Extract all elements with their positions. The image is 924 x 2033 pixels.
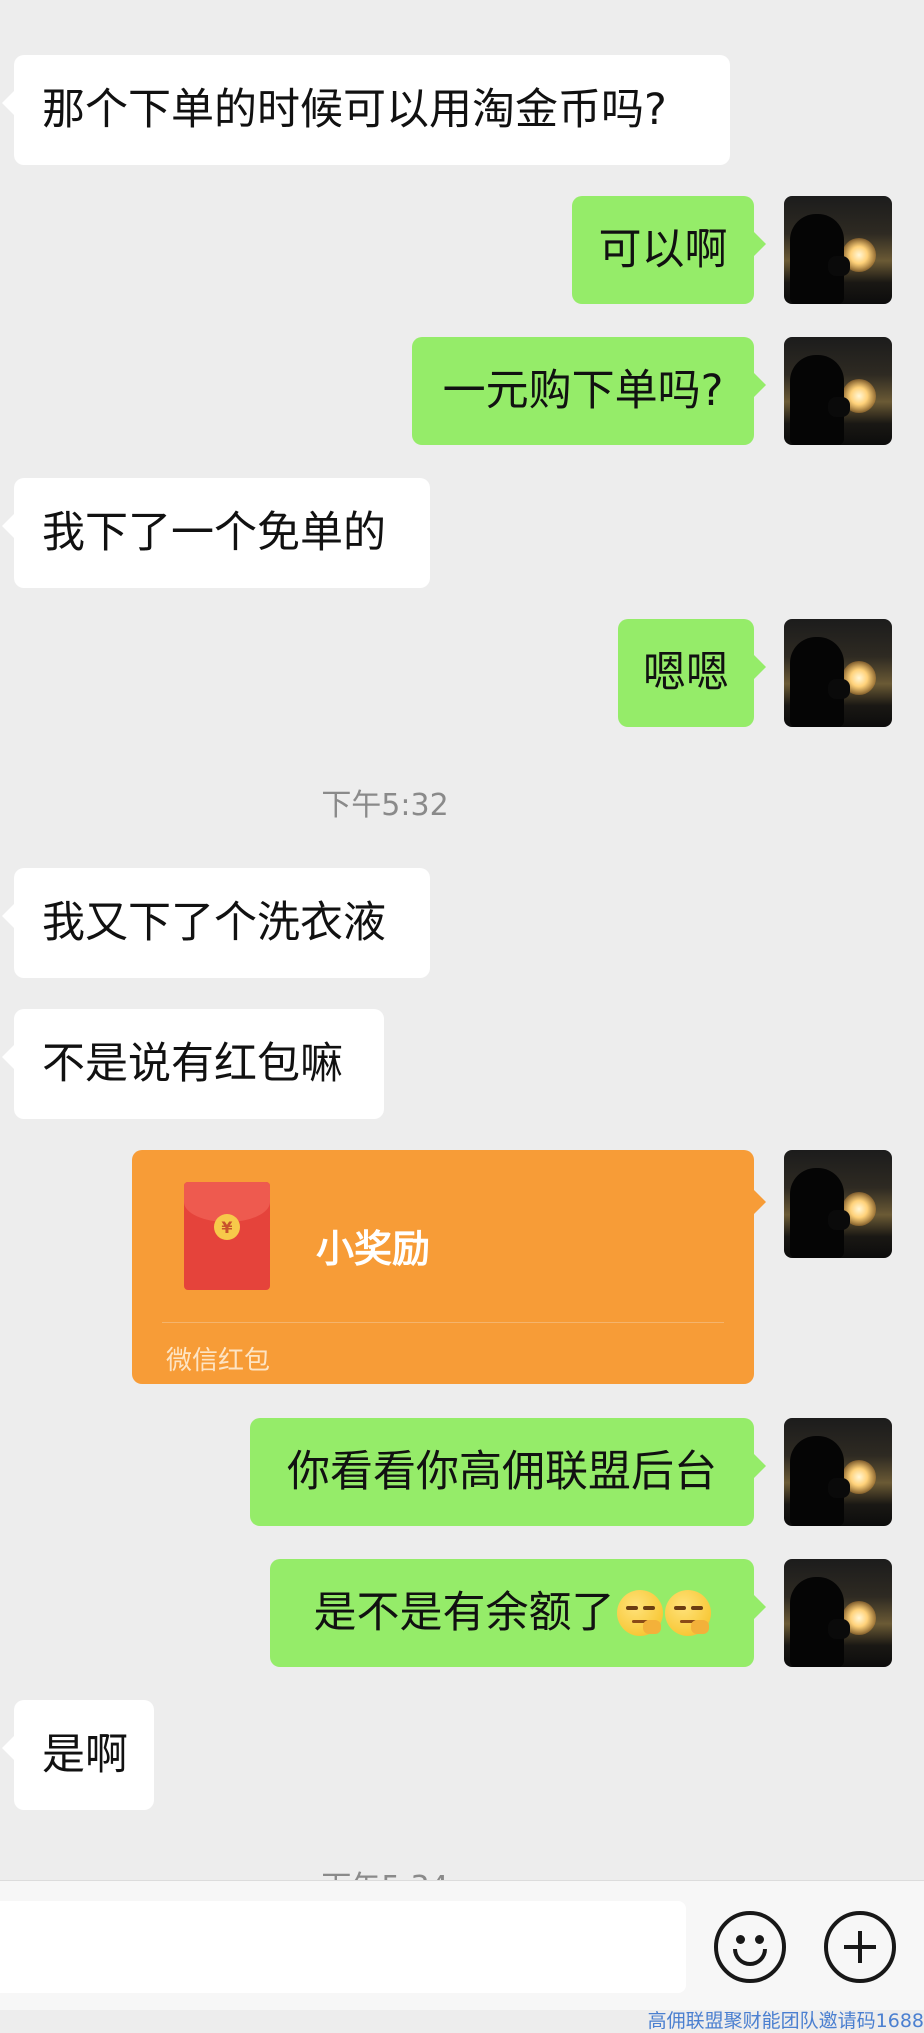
chat-input-bar [0,1880,924,2011]
incoming-message-bubble[interactable]: 我又下了个洗衣液 [2,868,430,978]
user-avatar[interactable] [784,337,892,445]
message-timestamp: 下午5:34 [0,1862,770,1880]
message-text: 可以啊 [598,224,728,275]
message-text: 一元购下单吗? [442,365,724,416]
incoming-message-bubble[interactable]: 是啊 [2,1700,154,1810]
message-text: 嗯嗯 [643,647,729,698]
smiley-face-icon[interactable] [714,1911,786,1983]
red-packet-source-label: 微信红包 [166,1346,271,1376]
red-packet-card[interactable]: ¥ 小奖励 微信红包 [132,1150,766,1384]
user-avatar[interactable] [784,196,892,304]
message-text: 我下了一个免单的 [42,507,386,558]
outgoing-message-bubble[interactable]: 你看看你高佣联盟后台 [250,1418,766,1526]
user-avatar[interactable] [784,1150,892,1258]
message-input[interactable] [0,1901,686,1993]
red-packet-title: 小奖励 [316,1227,431,1271]
message-text: 我又下了个洗衣液 [42,897,386,948]
user-avatar[interactable] [784,619,892,727]
incoming-message-bubble[interactable]: 不是说有红包嘛 [2,1009,384,1119]
outgoing-message-bubble[interactable]: 嗯嗯 [618,619,766,727]
smirk-emoji-icon [616,1590,663,1636]
message-text: 是啊 [42,1729,128,1780]
user-avatar[interactable] [784,1418,892,1526]
outgoing-message-bubble[interactable]: 是不是有余额了 [270,1559,766,1667]
plus-icon[interactable] [824,1911,896,1983]
message-text: 那个下单的时候可以用淘金币吗? [42,84,667,135]
message-text: 是不是有余额了 [313,1587,615,1638]
divider [162,1322,724,1323]
incoming-message-bubble[interactable]: 我下了一个免单的 [2,478,430,588]
message-timestamp: 下午5:32 [321,788,449,823]
outgoing-message-bubble[interactable]: 可以啊 [572,196,766,304]
coin-icon: ¥ [214,1214,240,1240]
message-text: 你看看你高佣联盟后台 [287,1446,717,1497]
smirk-emoji-icon [664,1590,711,1636]
user-avatar[interactable] [784,1559,892,1667]
incoming-message-bubble[interactable]: 那个下单的时候可以用淘金币吗? [2,55,730,165]
watermark-text: 高佣联盟聚财能团队邀请码1688 [647,2010,924,2032]
outgoing-message-bubble[interactable]: 一元购下单吗? [412,337,766,445]
message-text: 不是说有红包嘛 [42,1038,343,1089]
red-envelope-icon: ¥ [184,1182,270,1290]
chat-message-list[interactable]: 那个下单的时候可以用淘金币吗? 可以啊 一元购下单吗? 我下了一个免单的 嗯嗯 … [0,0,924,1880]
